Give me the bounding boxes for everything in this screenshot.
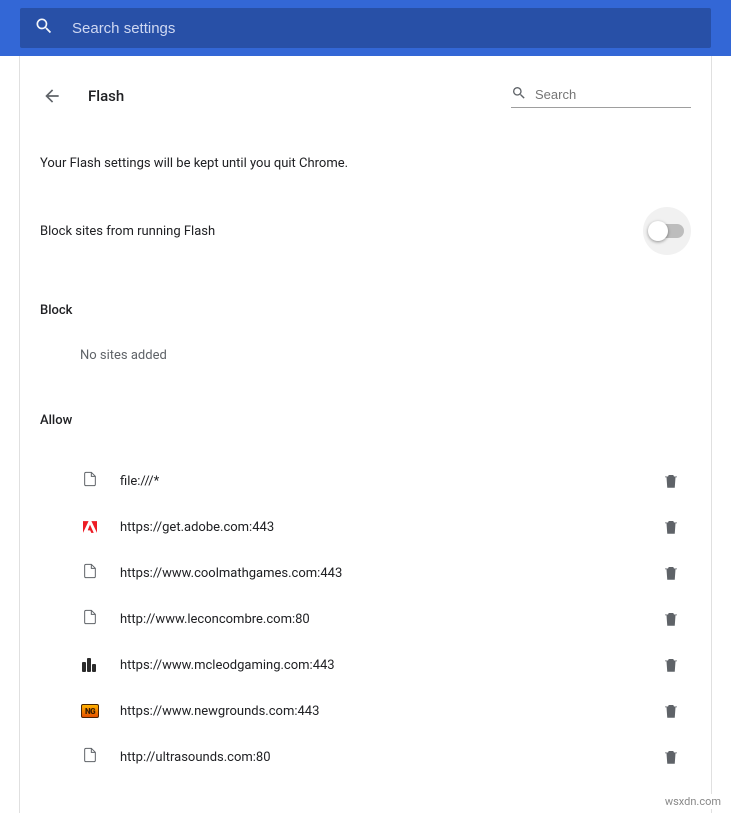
delete-site-button[interactable] <box>659 699 683 723</box>
site-url: https://www.mcleodgaming.com:443 <box>120 658 659 673</box>
block-section-title: Block <box>40 303 691 318</box>
search-icon <box>34 16 54 40</box>
search-icon <box>511 85 527 105</box>
content-shell: Flash Your Flash settings will be kept u… <box>0 56 731 813</box>
back-button[interactable] <box>40 84 64 108</box>
file-icon <box>82 471 98 491</box>
watermark: wsxdn.com <box>661 794 725 809</box>
top-search-bar <box>0 0 731 56</box>
top-search-field[interactable] <box>20 8 711 48</box>
panel-search[interactable] <box>511 85 691 108</box>
allow-site-row[interactable]: NG https://www.newgrounds.com:443 <box>40 688 691 734</box>
allow-site-list: file:///* https://get.adobe.com:443 https:… <box>40 458 691 780</box>
site-url: file:///* <box>120 474 659 489</box>
newgrounds-icon: NG <box>81 704 99 718</box>
allow-site-row[interactable]: http://ultrasounds.com:80 <box>40 734 691 780</box>
left-gutter <box>0 56 20 813</box>
toggle-track <box>650 224 684 238</box>
allow-site-row[interactable]: https://get.adobe.com:443 <box>40 504 691 550</box>
site-url: http://www.leconcombre.com:80 <box>120 612 659 627</box>
allow-site-row[interactable]: file:///* <box>40 458 691 504</box>
file-icon <box>82 609 98 629</box>
settings-panel: Flash Your Flash settings will be kept u… <box>20 56 711 813</box>
site-url: https://get.adobe.com:443 <box>120 520 659 535</box>
top-search-input[interactable] <box>72 20 697 37</box>
block-flash-label: Block sites from running Flash <box>40 224 215 239</box>
site-url: https://www.newgrounds.com:443 <box>120 704 659 719</box>
adobe-icon <box>82 519 98 535</box>
mcleodgaming-icon <box>82 658 98 672</box>
file-icon <box>82 563 98 583</box>
block-empty-message: No sites added <box>80 348 691 363</box>
allow-section-title: Allow <box>40 413 691 428</box>
info-text: Your Flash settings will be kept until y… <box>40 156 691 171</box>
delete-site-button[interactable] <box>659 515 683 539</box>
file-icon <box>82 747 98 767</box>
page-title: Flash <box>88 87 124 105</box>
toggle-thumb <box>648 221 668 241</box>
delete-site-button[interactable] <box>659 745 683 769</box>
allow-site-row[interactable]: http://www.leconcombre.com:80 <box>40 596 691 642</box>
allow-site-row[interactable]: https://www.coolmathgames.com:443 <box>40 550 691 596</box>
delete-site-button[interactable] <box>659 561 683 585</box>
allow-site-row[interactable]: https://www.mcleodgaming.com:443 <box>40 642 691 688</box>
right-gutter <box>711 56 731 813</box>
site-url: http://ultrasounds.com:80 <box>120 750 659 765</box>
panel-header: Flash <box>40 84 691 108</box>
block-flash-toggle[interactable] <box>643 207 691 255</box>
block-flash-toggle-row: Block sites from running Flash <box>40 207 691 255</box>
delete-site-button[interactable] <box>659 469 683 493</box>
delete-site-button[interactable] <box>659 653 683 677</box>
delete-site-button[interactable] <box>659 607 683 631</box>
site-url: https://www.coolmathgames.com:443 <box>120 566 659 581</box>
panel-search-input[interactable] <box>535 87 691 102</box>
